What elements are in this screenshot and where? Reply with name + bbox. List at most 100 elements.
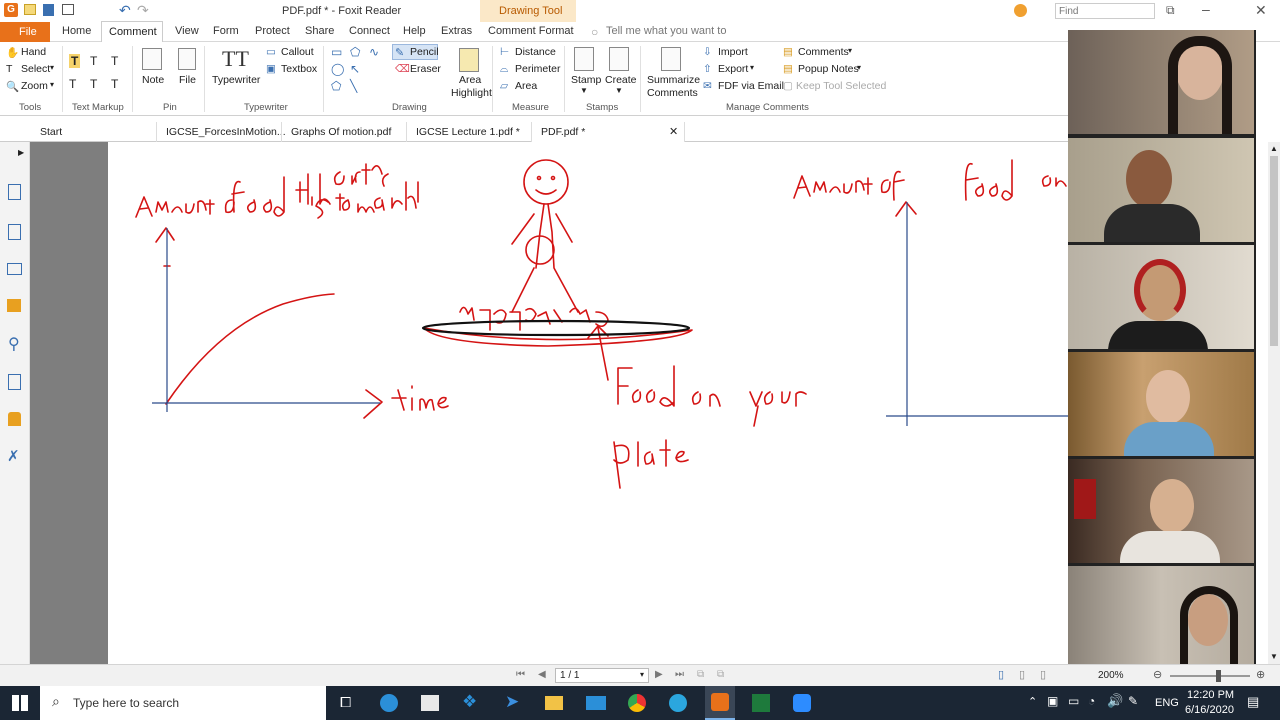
underline-text-icon[interactable]: T bbox=[111, 54, 118, 68]
undo-icon[interactable]: ↶ bbox=[119, 2, 131, 19]
zoom-level[interactable]: 200% bbox=[1098, 670, 1124, 681]
clock-time[interactable]: 12:20 PM bbox=[1187, 689, 1234, 701]
comments-panel-icon[interactable] bbox=[7, 299, 21, 312]
next-view-icon[interactable]: ⧉ bbox=[717, 669, 724, 680]
signature-icon[interactable] bbox=[8, 374, 21, 390]
continuous-page-icon[interactable]: ▯ bbox=[1019, 668, 1025, 681]
strikeout-text-icon[interactable]: T bbox=[69, 77, 76, 91]
vertical-scrollbar[interactable]: ▲ ▼ bbox=[1268, 142, 1280, 664]
facing-page-icon[interactable]: ▯ bbox=[1040, 668, 1046, 681]
teamviewer-icon[interactable] bbox=[669, 694, 687, 712]
bookmarks-icon[interactable] bbox=[8, 184, 21, 200]
previous-view-icon[interactable]: ⧉ bbox=[697, 669, 704, 680]
page-number-input[interactable]: 1 / 1 ▾ bbox=[555, 668, 649, 683]
line-icon[interactable]: ╲ bbox=[350, 79, 357, 93]
language-indicator[interactable]: ENG bbox=[1155, 697, 1179, 709]
participant-video-1[interactable] bbox=[1068, 30, 1254, 134]
textbox-button[interactable]: Textbox bbox=[281, 63, 317, 75]
app-icon[interactable]: ➤ bbox=[505, 692, 519, 712]
highlight-text-icon[interactable]: T bbox=[69, 54, 81, 68]
tab-pdf-active[interactable]: PDF.pdf * ✕ bbox=[531, 122, 685, 142]
foxit-taskbar-button[interactable] bbox=[705, 686, 735, 720]
scroll-up-icon[interactable]: ▲ bbox=[1270, 144, 1278, 153]
callout-button[interactable]: Callout bbox=[281, 46, 314, 58]
tell-me-input[interactable]: Tell me what you want to bbox=[606, 25, 726, 37]
notifications-icon[interactable]: ▤ bbox=[1247, 694, 1259, 710]
attachments-icon[interactable]: ⚲ bbox=[8, 334, 20, 354]
open-folder-icon[interactable] bbox=[24, 4, 36, 15]
tab-graphs-of-motion[interactable]: Graphs Of motion.pdf bbox=[281, 122, 405, 142]
close-tab-icon[interactable]: ✕ bbox=[669, 125, 678, 138]
battery-icon[interactable]: ▭ bbox=[1068, 694, 1079, 708]
zoom-app-icon[interactable] bbox=[793, 694, 811, 712]
zoom-tool[interactable]: Zoom bbox=[21, 80, 48, 92]
file-explorer-icon[interactable] bbox=[545, 696, 563, 710]
polygon-icon[interactable]: ⬠ bbox=[331, 79, 341, 93]
participant-video-4[interactable] bbox=[1068, 352, 1254, 456]
restore-icon[interactable]: ⧉ bbox=[1166, 3, 1175, 18]
scroll-down-icon[interactable]: ▼ bbox=[1270, 652, 1278, 661]
scroll-thumb[interactable] bbox=[1270, 156, 1278, 346]
pencil-button[interactable]: ✎ Pencil bbox=[392, 44, 439, 60]
find-input[interactable]: Find bbox=[1055, 3, 1155, 19]
distance-button[interactable]: Distance bbox=[515, 46, 556, 58]
wifi-icon[interactable]: ◔ bbox=[1088, 694, 1095, 708]
zoom-slider[interactable] bbox=[1170, 675, 1250, 677]
summarize-label-1[interactable]: Summarize bbox=[647, 74, 700, 86]
volume-icon[interactable]: 🔊 bbox=[1107, 693, 1123, 709]
cloud-icon[interactable]: ⬠ bbox=[350, 45, 360, 59]
participant-video-3[interactable] bbox=[1068, 245, 1254, 349]
security-lock-icon[interactable] bbox=[8, 412, 21, 426]
area-button[interactable]: Area bbox=[515, 80, 537, 92]
taskbar-search-box[interactable]: ⌕ Type here to search bbox=[40, 686, 326, 720]
replace-text-icon[interactable]: T bbox=[90, 77, 97, 91]
store-icon[interactable] bbox=[421, 695, 439, 711]
smiley-icon[interactable] bbox=[1014, 4, 1027, 17]
last-page-icon[interactable]: ⏭ bbox=[675, 669, 684, 680]
arrow-icon[interactable]: ↖ bbox=[350, 62, 360, 76]
menu-protect[interactable]: Protect bbox=[255, 25, 290, 37]
hand-tool[interactable]: Hand bbox=[21, 46, 46, 58]
menu-connect[interactable]: Connect bbox=[349, 25, 390, 37]
perimeter-button[interactable]: Perimeter bbox=[515, 63, 561, 75]
popup-notes-button[interactable]: Popup Notes bbox=[798, 63, 859, 75]
mail-icon[interactable] bbox=[586, 696, 606, 710]
layers-icon[interactable] bbox=[7, 263, 22, 275]
file-button[interactable]: File bbox=[179, 74, 196, 86]
comments-button[interactable]: Comments bbox=[798, 46, 849, 58]
import-button[interactable]: Import bbox=[718, 46, 748, 58]
fdf-email-button[interactable]: FDF via Email bbox=[718, 80, 784, 92]
dropbox-icon[interactable]: ❖ bbox=[462, 692, 477, 712]
clock-date[interactable]: 6/16/2020 bbox=[1185, 704, 1234, 716]
polyline-icon[interactable]: ∿ bbox=[369, 45, 379, 59]
zoom-out-icon[interactable]: ⊖ bbox=[1153, 668, 1162, 681]
file-menu[interactable]: File bbox=[0, 22, 50, 42]
participant-video-6[interactable] bbox=[1068, 566, 1254, 670]
area-highlight-label-1[interactable]: Area bbox=[459, 74, 481, 86]
excel-icon[interactable] bbox=[752, 694, 770, 712]
stamp-button[interactable]: Stamp bbox=[571, 74, 601, 86]
insert-text-icon[interactable]: T bbox=[111, 77, 118, 91]
minimize-icon[interactable]: – bbox=[1202, 1, 1210, 17]
pen-icon[interactable]: ✎ bbox=[1128, 694, 1138, 708]
squiggly-text-icon[interactable]: T bbox=[90, 54, 97, 68]
zoom-in-icon[interactable]: ⊕ bbox=[1256, 668, 1265, 681]
next-page-icon[interactable]: ▶ bbox=[655, 669, 663, 680]
eraser-button[interactable]: Eraser bbox=[410, 63, 441, 75]
first-page-icon[interactable]: ⏮ bbox=[516, 669, 525, 680]
area-highlight-label-2[interactable]: Highlight bbox=[451, 87, 492, 99]
tab-igcse-lecture[interactable]: IGCSE Lecture 1.pdf * bbox=[406, 122, 530, 142]
menu-share[interactable]: Share bbox=[305, 25, 334, 37]
previous-page-icon[interactable]: ◀ bbox=[538, 669, 546, 680]
summarize-label-2[interactable]: Comments bbox=[647, 87, 698, 99]
wrench-icon[interactable]: ✗ bbox=[7, 447, 20, 465]
expand-panel-icon[interactable]: ▶ bbox=[18, 148, 24, 157]
single-page-icon[interactable]: ▯ bbox=[998, 668, 1004, 681]
pages-icon[interactable] bbox=[8, 224, 21, 240]
rectangle-icon[interactable]: ▭ bbox=[331, 45, 342, 59]
windows-start-icon[interactable] bbox=[12, 695, 28, 711]
note-button[interactable]: Note bbox=[142, 74, 164, 86]
redo-icon[interactable]: ↷ bbox=[137, 2, 149, 19]
keep-tool-selected[interactable]: Keep Tool Selected bbox=[796, 80, 886, 92]
print-icon[interactable] bbox=[62, 4, 74, 15]
